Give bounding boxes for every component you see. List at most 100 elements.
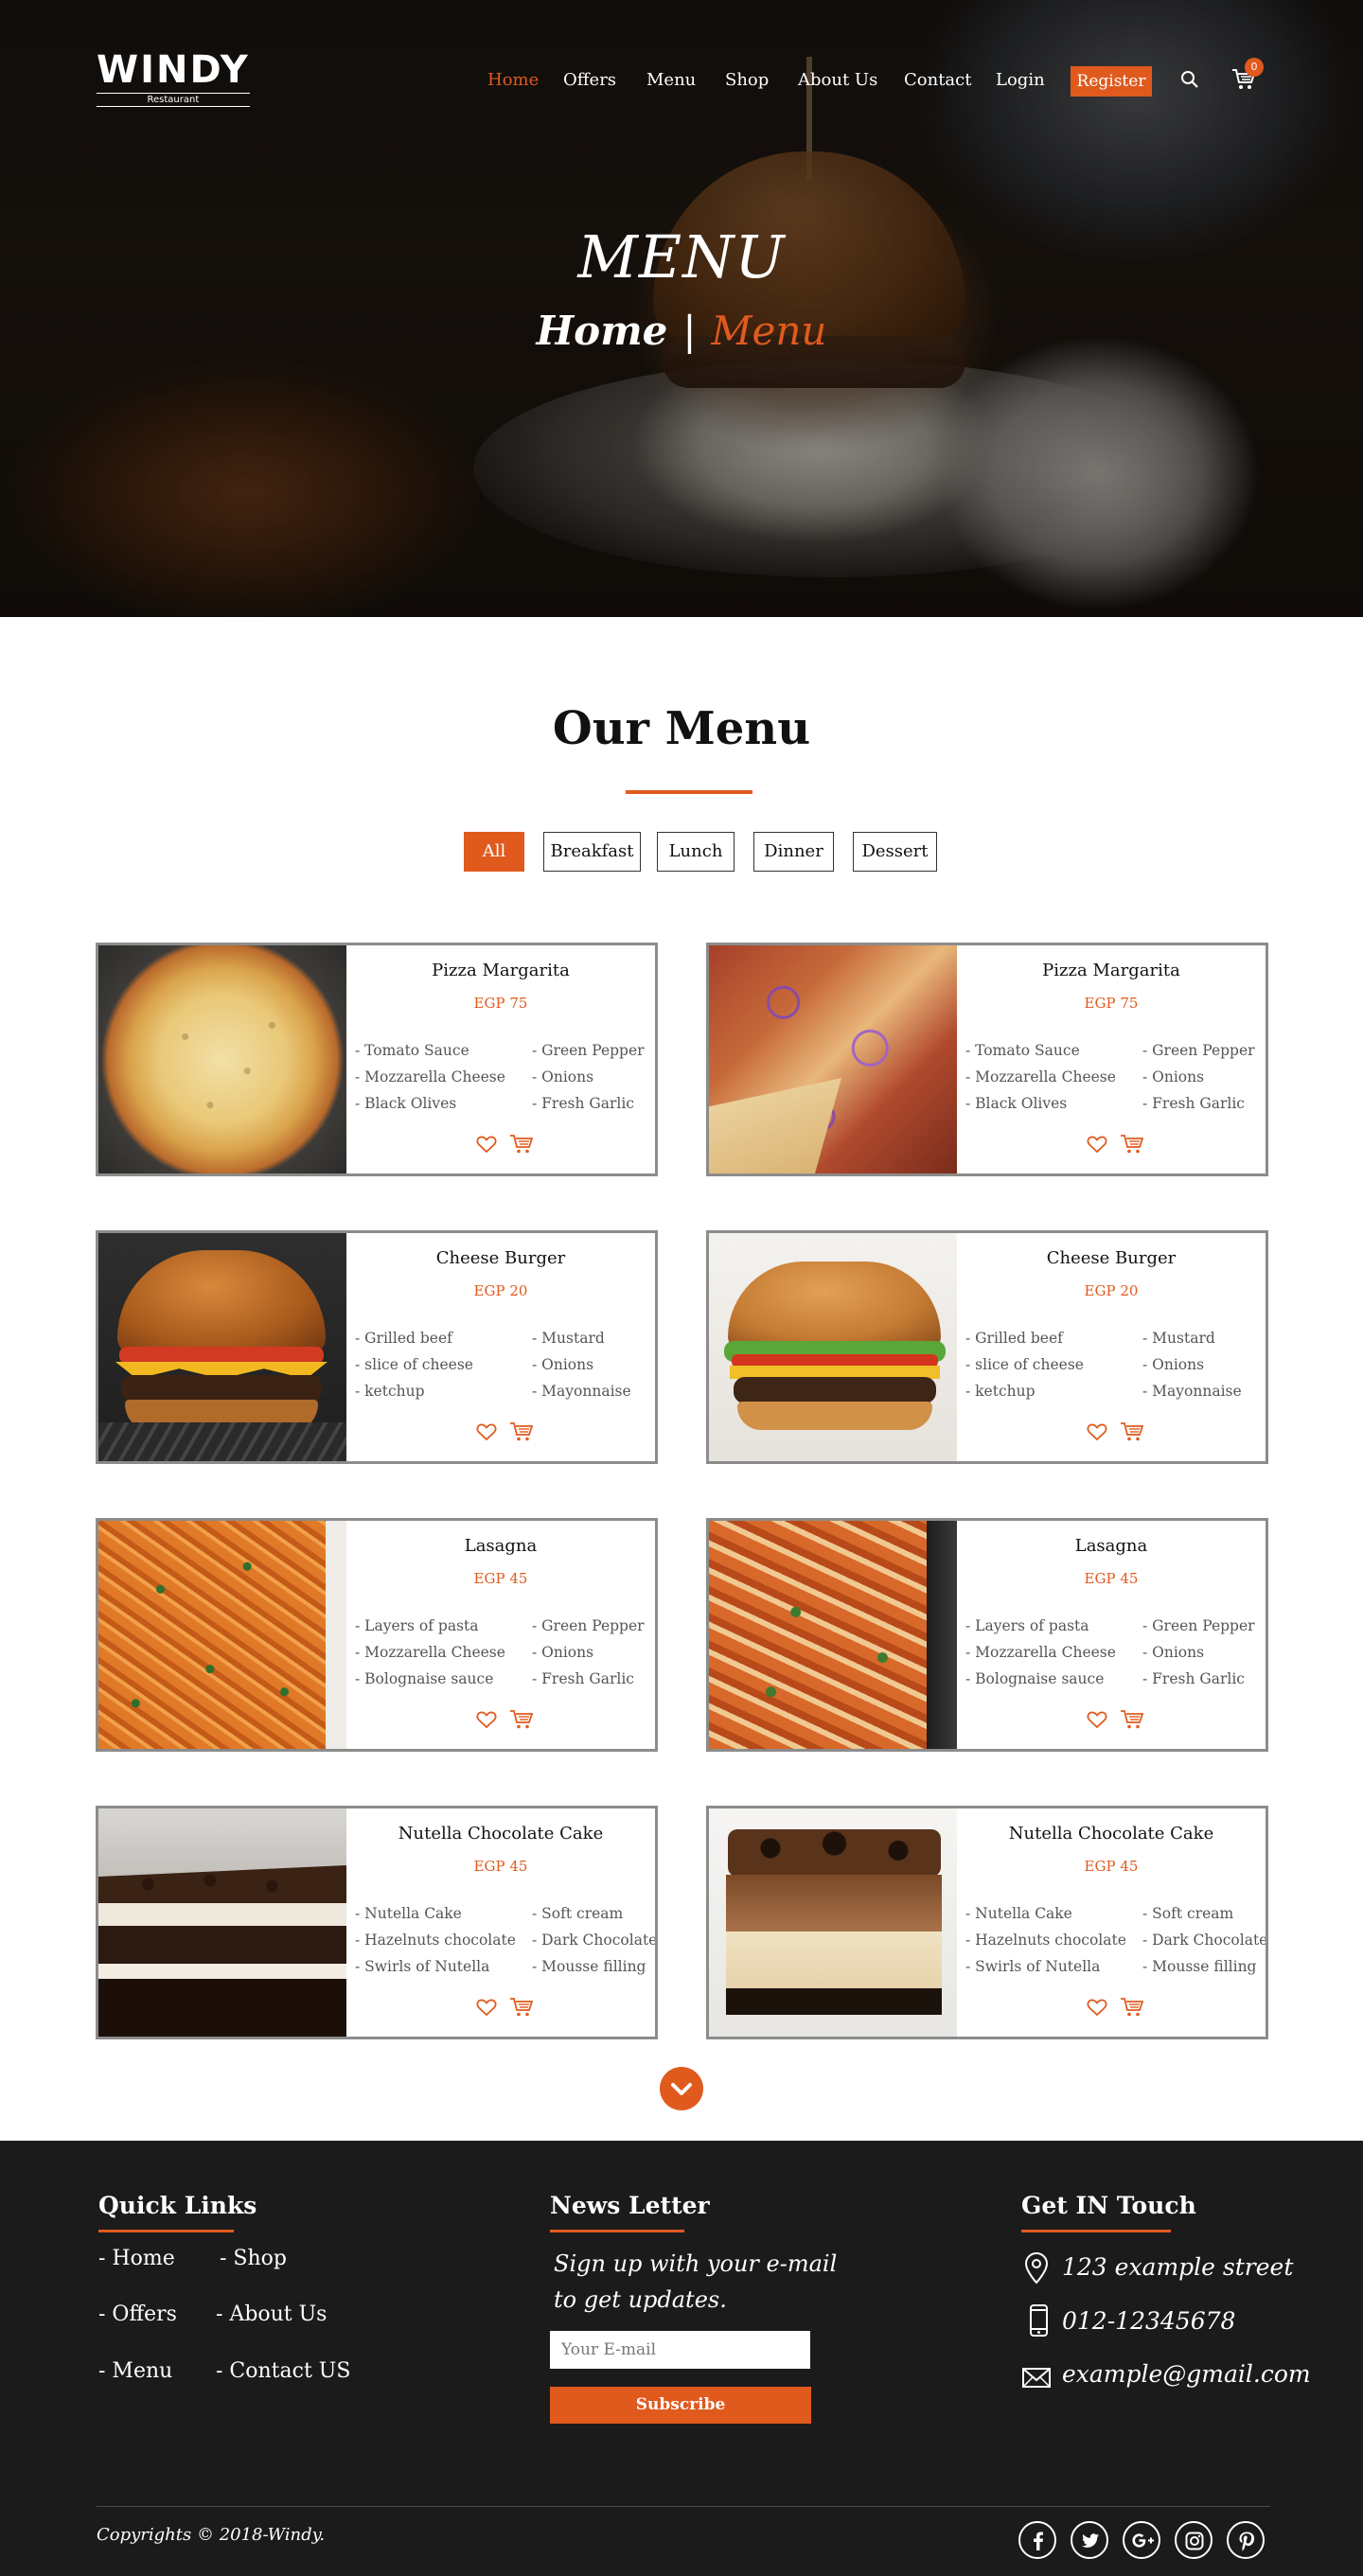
food-image (709, 1808, 957, 2037)
food-image (709, 1233, 957, 1461)
location-pin-icon (1024, 2252, 1049, 2285)
menu-card[interactable]: Nutella Chocolate Cake EGP 45 - Nutella Ca… (706, 1806, 1268, 2039)
add-to-cart-icon[interactable] (509, 1709, 534, 1730)
breadcrumb-separator: | (682, 308, 697, 354)
nav-shop[interactable]: Shop (725, 68, 769, 93)
twitter-icon[interactable] (1071, 2521, 1108, 2559)
food-price: EGP 45 (473, 1570, 528, 1587)
card-body: Nutella Chocolate Cake EGP 45 - Nutella Ca… (346, 1808, 655, 2037)
contact-title: Get IN Touch (1021, 2192, 1196, 2219)
footer-link-menu[interactable]: - Menu (98, 2359, 172, 2383)
heart-icon[interactable] (1087, 1135, 1107, 1154)
filter-lunch[interactable]: Lunch (657, 832, 735, 872)
menu-card[interactable]: Pizza Margarita EGP 75 - Tomato Sauce - Moz… (706, 943, 1268, 1176)
ingredient: - Fresh Garlic (532, 1670, 634, 1687)
add-to-cart-icon[interactable] (1120, 1997, 1144, 2018)
subscribe-button[interactable]: Subscribe (550, 2387, 811, 2424)
filter-dessert[interactable]: Dessert (853, 832, 937, 872)
food-image (98, 1233, 346, 1461)
heart-icon[interactable] (476, 1422, 497, 1441)
food-name[interactable]: Cheese Burger (957, 1248, 1266, 1268)
add-to-cart-icon[interactable] (1120, 1421, 1144, 1442)
nav-offers[interactable]: Offers (563, 68, 616, 93)
menu-card[interactable]: Nutella Chocolate Cake EGP 45 - Nutella Ca… (96, 1806, 658, 2039)
food-name[interactable]: Nutella Chocolate Cake (346, 1824, 655, 1844)
footer-link-home[interactable]: - Home (98, 2247, 175, 2270)
newsletter-underline (550, 2230, 684, 2232)
food-image (98, 1808, 346, 2037)
nav-home[interactable]: Home (487, 68, 539, 93)
food-price: EGP 20 (473, 1282, 528, 1299)
nav-login[interactable]: Login (996, 68, 1045, 93)
menu-card[interactable]: Pizza Margarita EGP 75 - Tomato Sauce - Moz… (96, 943, 658, 1176)
ingredient: - Dark Chocolate (532, 1932, 658, 1949)
food-image (709, 1521, 957, 1749)
menu-card[interactable]: Cheese Burger EGP 20 - Grilled beef - slice… (706, 1230, 1268, 1464)
instagram-icon[interactable] (1175, 2521, 1213, 2559)
add-to-cart-icon[interactable] (509, 1421, 534, 1442)
breadcrumb-home[interactable]: Home (537, 308, 668, 354)
card-body: Cheese Burger EGP 20 - Grilled beef - slice… (346, 1233, 655, 1461)
food-name[interactable]: Pizza Margarita (957, 961, 1266, 980)
heart-icon[interactable] (476, 1135, 497, 1154)
ingredient: - Onions (1142, 1356, 1205, 1373)
food-price: EGP 75 (473, 995, 528, 1012)
add-to-cart-icon[interactable] (1120, 1134, 1144, 1155)
card-body: Cheese Burger EGP 20 - Grilled beef - slice… (957, 1233, 1266, 1461)
menu-card[interactable]: Lasagna EGP 45 - Layers of pasta - Mozzarel… (706, 1518, 1268, 1752)
card-body: Pizza Margarita EGP 75 - Tomato Sauce - Moz… (957, 945, 1266, 1173)
ingredient: - Mozzarella Cheese (355, 1644, 505, 1661)
search-icon[interactable] (1180, 70, 1199, 89)
food-name[interactable]: Lasagna (346, 1536, 655, 1556)
footer-link-offers[interactable]: - Offers (98, 2303, 177, 2326)
heart-icon[interactable] (1087, 1422, 1107, 1441)
ingredient: - Onions (532, 1644, 594, 1661)
envelope-icon (1022, 2368, 1051, 2388)
food-name[interactable]: Lasagna (957, 1536, 1266, 1556)
load-more-button[interactable] (660, 2067, 703, 2110)
menu-card[interactable]: Lasagna EGP 45 - Layers of pasta - Mozzarel… (96, 1518, 658, 1752)
ingredient: - Mustard (532, 1330, 605, 1347)
add-to-cart-icon[interactable] (509, 1134, 534, 1155)
ingredient: - Mousse filling (532, 1958, 646, 1975)
google-plus-icon[interactable] (1123, 2521, 1160, 2559)
nav-menu[interactable]: Menu (646, 68, 696, 93)
card-body: Nutella Chocolate Cake EGP 45 - Nutella Ca… (957, 1808, 1266, 2037)
ingredient: - Mozzarella Cheese (965, 1068, 1116, 1085)
food-name[interactable]: Cheese Burger (346, 1248, 655, 1268)
ingredient: - Green Pepper (532, 1617, 645, 1634)
filter-all[interactable]: All (464, 832, 524, 872)
food-price: EGP 45 (1084, 1570, 1139, 1587)
card-body: Lasagna EGP 45 - Layers of pasta - Mozzarel… (346, 1521, 655, 1749)
food-price: EGP 75 (1084, 995, 1139, 1012)
footer-link-shop[interactable]: - Shop (220, 2247, 287, 2270)
ingredient: - Tomato Sauce (965, 1042, 1080, 1059)
nav-about-us[interactable]: About Us (798, 68, 877, 93)
food-name[interactable]: Pizza Margarita (346, 961, 655, 980)
pinterest-icon[interactable] (1227, 2521, 1265, 2559)
heart-icon[interactable] (476, 1710, 497, 1729)
ingredient: - Black Olives (965, 1095, 1068, 1112)
ingredient: - Fresh Garlic (532, 1095, 634, 1112)
heart-icon[interactable] (1087, 1710, 1107, 1729)
heart-icon[interactable] (1087, 1998, 1107, 2017)
add-to-cart-icon[interactable] (1120, 1709, 1144, 1730)
email-input[interactable] (550, 2331, 810, 2369)
filter-breakfast[interactable]: Breakfast (543, 832, 641, 872)
add-to-cart-icon[interactable] (509, 1997, 534, 2018)
food-price: EGP 20 (1084, 1282, 1139, 1299)
footer-link-about-us[interactable]: - About Us (216, 2303, 327, 2326)
ingredient: - Swirls of Nutella (965, 1958, 1101, 1975)
card-body: Lasagna EGP 45 - Layers of pasta - Mozzarel… (957, 1521, 1266, 1749)
food-price: EGP 45 (473, 1858, 528, 1875)
register-button[interactable]: Register (1071, 66, 1152, 97)
heart-icon[interactable] (476, 1998, 497, 2017)
contact-underline (1021, 2230, 1171, 2232)
nav-contact[interactable]: Contact (904, 68, 971, 93)
filter-dinner[interactable]: Dinner (753, 832, 834, 872)
menu-card[interactable]: Cheese Burger EGP 20 - Grilled beef - slice… (96, 1230, 658, 1464)
food-name[interactable]: Nutella Chocolate Cake (957, 1824, 1266, 1844)
footer-link-contact-us[interactable]: - Contact US (216, 2359, 350, 2383)
facebook-icon[interactable] (1018, 2521, 1056, 2559)
ingredient: - Mayonnaise (1142, 1383, 1242, 1400)
